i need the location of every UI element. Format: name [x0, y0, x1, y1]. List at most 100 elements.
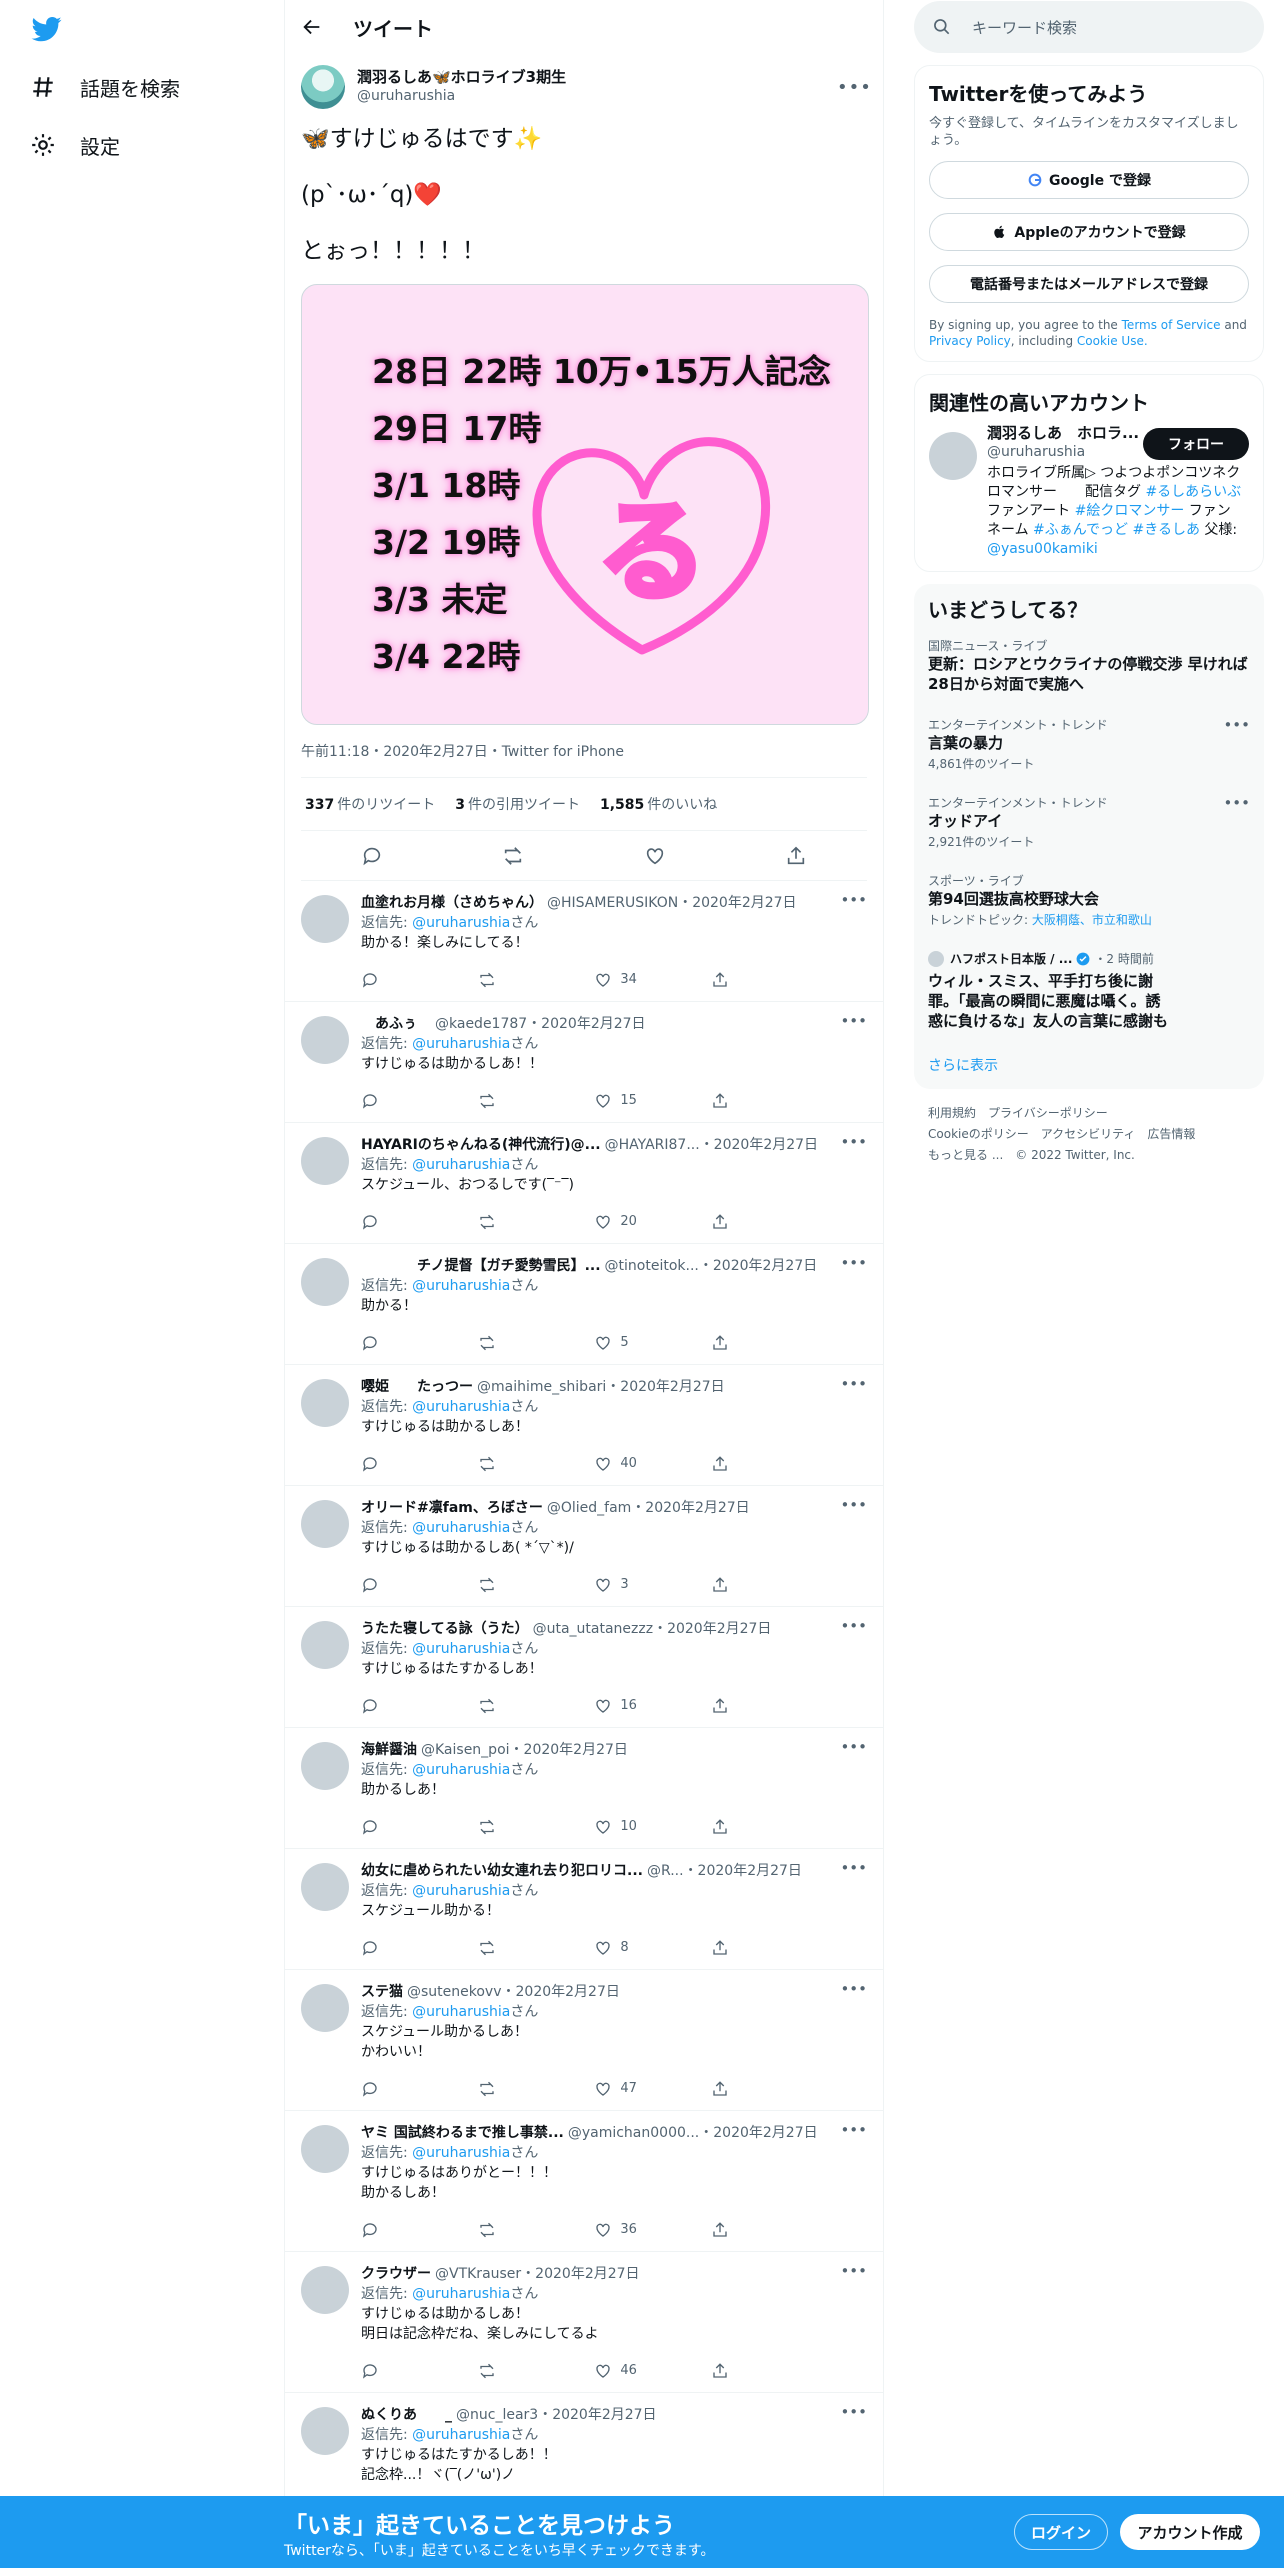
- login-button[interactable]: ログイン: [1014, 2514, 1108, 2550]
- like-button[interactable]: 15: [594, 1091, 664, 1111]
- retweet-button[interactable]: [478, 1455, 548, 1473]
- retweet-button[interactable]: [478, 2221, 548, 2239]
- more-options-icon[interactable]: •••: [840, 1254, 867, 1272]
- share-button[interactable]: [711, 2362, 781, 2380]
- retweet-button[interactable]: [478, 2362, 548, 2380]
- reply-tweet[interactable]: 幼女に虐められたい幼女連れ去り犯ロリコ... @R... ・2020年2月27日 返信…: [285, 1849, 883, 1970]
- more-options-icon[interactable]: •••: [840, 2403, 867, 2421]
- avatar[interactable]: [301, 2266, 349, 2314]
- retweet-button[interactable]: [478, 1939, 548, 1957]
- reply-author-handle[interactable]: @HISAMERUSIKON: [547, 893, 678, 913]
- search-input[interactable]: キーワード検索: [914, 1, 1264, 53]
- reply-button[interactable]: [361, 1213, 431, 1231]
- reply-date[interactable]: ・2020年2月27日: [700, 1135, 818, 1155]
- trend-item[interactable]: 国際ニュース・ライブ 更新：ロシアとウクライナの停戦交渉 早ければ28日から対面…: [928, 637, 1250, 694]
- share-button[interactable]: [711, 1455, 781, 1473]
- reply-date[interactable]: ・2020年2月27日: [510, 1740, 628, 1760]
- reply-author-handle[interactable]: @Olied_fam: [547, 1498, 631, 1518]
- reply-button[interactable]: [361, 2362, 431, 2380]
- reply-author-name[interactable]: オリード#凛fam、ろぼさー: [361, 1498, 543, 1518]
- like-button[interactable]: 40: [594, 1454, 664, 1474]
- footer-line[interactable]: Cookieのポリシー アクセシビリティ 広告情報: [928, 1124, 1264, 1145]
- reply-author-name[interactable]: ぬくりあ _: [361, 2405, 452, 2425]
- reply-date[interactable]: ・2020年2月27日: [684, 1861, 802, 1881]
- reply-to-link[interactable]: @uruharushia: [412, 2004, 510, 2020]
- like-button[interactable]: 34: [594, 970, 664, 990]
- more-options-icon[interactable]: •••: [840, 1617, 867, 1635]
- retweet-button[interactable]: [478, 2080, 548, 2098]
- reply-to-link[interactable]: @uruharushia: [412, 2286, 510, 2302]
- retweet-button[interactable]: [478, 1213, 548, 1231]
- reply-to-link[interactable]: @uruharushia: [412, 1036, 510, 1052]
- reply-tweet[interactable]: ヤミ 国試終わるまで推し事禁... @yamichan0000... ・2020年2…: [285, 2111, 883, 2252]
- reply-to-link[interactable]: @uruharushia: [412, 1278, 510, 1294]
- like-button[interactable]: 47: [594, 2079, 664, 2099]
- share-button[interactable]: [711, 2221, 781, 2239]
- reply-date[interactable]: ・2020年2月27日: [699, 1256, 817, 1276]
- reply-to-link[interactable]: @uruharushia: [412, 1520, 510, 1536]
- reply-date[interactable]: ・2020年2月27日: [538, 2405, 656, 2425]
- avatar[interactable]: [301, 1621, 349, 1669]
- avatar[interactable]: [929, 432, 977, 480]
- avatar[interactable]: [301, 1379, 349, 1427]
- share-button[interactable]: [711, 971, 781, 989]
- reply-author-handle[interactable]: @nuc_lear3: [456, 2405, 538, 2425]
- reply-button[interactable]: [361, 2080, 431, 2098]
- reply-icon[interactable]: [361, 845, 383, 867]
- like-button[interactable]: 46: [594, 2361, 664, 2381]
- reply-author-handle[interactable]: @uta_utatanezzz: [533, 1619, 653, 1639]
- avatar[interactable]: [301, 1137, 349, 1185]
- author-name[interactable]: 潤羽るしあ🦋ホロライブ3期生: [357, 68, 837, 87]
- reply-author-name[interactable]: 血塗れお月様（さめちゃん）: [361, 893, 543, 913]
- reply-to-link[interactable]: @uruharushia: [412, 1641, 510, 1657]
- reply-button[interactable]: [361, 2221, 431, 2239]
- reply-author-handle[interactable]: @yamichan0000...: [568, 2123, 699, 2143]
- reply-to-link[interactable]: @uruharushia: [412, 1762, 510, 1778]
- more-options-icon[interactable]: •••: [1223, 716, 1250, 734]
- reply-date[interactable]: ・2020年2月27日: [699, 2123, 817, 2143]
- reply-author-handle[interactable]: @kaede1787: [435, 1014, 527, 1034]
- reply-author-name[interactable]: クラウザー: [361, 2264, 431, 2284]
- reply-button[interactable]: [361, 1455, 431, 1473]
- reply-author-name[interactable]: ヤミ 国試終わるまで推し事禁...: [361, 2123, 564, 2143]
- reply-date[interactable]: ・2020年2月27日: [527, 1014, 645, 1034]
- reply-to-link[interactable]: @uruharushia: [412, 1883, 510, 1899]
- retweet-icon[interactable]: [502, 845, 524, 867]
- author-handle[interactable]: @uruharushia: [357, 87, 837, 106]
- like-count[interactable]: 1,585 件のいいね: [600, 794, 717, 814]
- retweet-button[interactable]: [478, 1092, 548, 1110]
- google-signup-button[interactable]: Google で登録: [929, 161, 1249, 199]
- more-options-icon[interactable]: •••: [840, 1375, 867, 1393]
- reply-author-handle[interactable]: @HAYARI87...: [605, 1135, 700, 1155]
- reply-author-name[interactable]: ステ猫: [361, 1982, 403, 2002]
- reply-tweet[interactable]: 海鮮醤油 @Kaisen_poi ・2020年2月27日 返信先: @uruharus…: [285, 1728, 883, 1849]
- footer-line[interactable]: もっと見る ... © 2022 Twitter, Inc.: [928, 1145, 1264, 1166]
- avatar[interactable]: [301, 1500, 349, 1548]
- terms-link[interactable]: Terms of Service: [1122, 318, 1221, 332]
- privacy-link[interactable]: Privacy Policy: [929, 334, 1011, 348]
- retweet-button[interactable]: [478, 1334, 548, 1352]
- share-button[interactable]: [711, 2080, 781, 2098]
- reply-tweet[interactable]: クラウザー @VTKrauser ・2020年2月27日 返信先: @uruharus…: [285, 2252, 883, 2393]
- share-button[interactable]: [711, 1092, 781, 1110]
- reply-to-link[interactable]: @uruharushia: [412, 1399, 510, 1415]
- apple-signup-button[interactable]: Appleのアカウントで登録: [929, 213, 1249, 251]
- reply-date[interactable]: ・2020年2月27日: [521, 2264, 639, 2284]
- reply-tweet[interactable]: 嘤姫 たっつー @maihime_shibari ・2020年2月27日 返信先: @…: [285, 1365, 883, 1486]
- share-icon[interactable]: [785, 845, 807, 867]
- more-options-icon[interactable]: •••: [840, 1859, 867, 1877]
- back-arrow-icon[interactable]: [301, 16, 323, 38]
- reply-author-name[interactable]: うたた寝してる詠（うた）: [361, 1619, 529, 1639]
- reply-author-handle[interactable]: @Kaisen_poi: [421, 1740, 510, 1760]
- share-button[interactable]: [711, 1576, 781, 1594]
- nav-explore[interactable]: 話題を検索: [30, 64, 180, 110]
- reply-author-name[interactable]: あふぅ: [361, 1014, 431, 1034]
- reply-date[interactable]: ・2020年2月27日: [678, 893, 796, 913]
- reply-to-link[interactable]: @uruharushia: [412, 1157, 510, 1173]
- reply-to-link[interactable]: @uruharushia: [412, 2145, 510, 2161]
- reply-date[interactable]: ・2020年2月27日: [653, 1619, 771, 1639]
- retweet-button[interactable]: [478, 971, 548, 989]
- reply-tweet[interactable]: チノ提督【ガチ愛勢雪民】... @tinoteitok... ・2020年2月27日…: [285, 1244, 883, 1365]
- share-button[interactable]: [711, 1939, 781, 1957]
- reply-button[interactable]: [361, 1939, 431, 1957]
